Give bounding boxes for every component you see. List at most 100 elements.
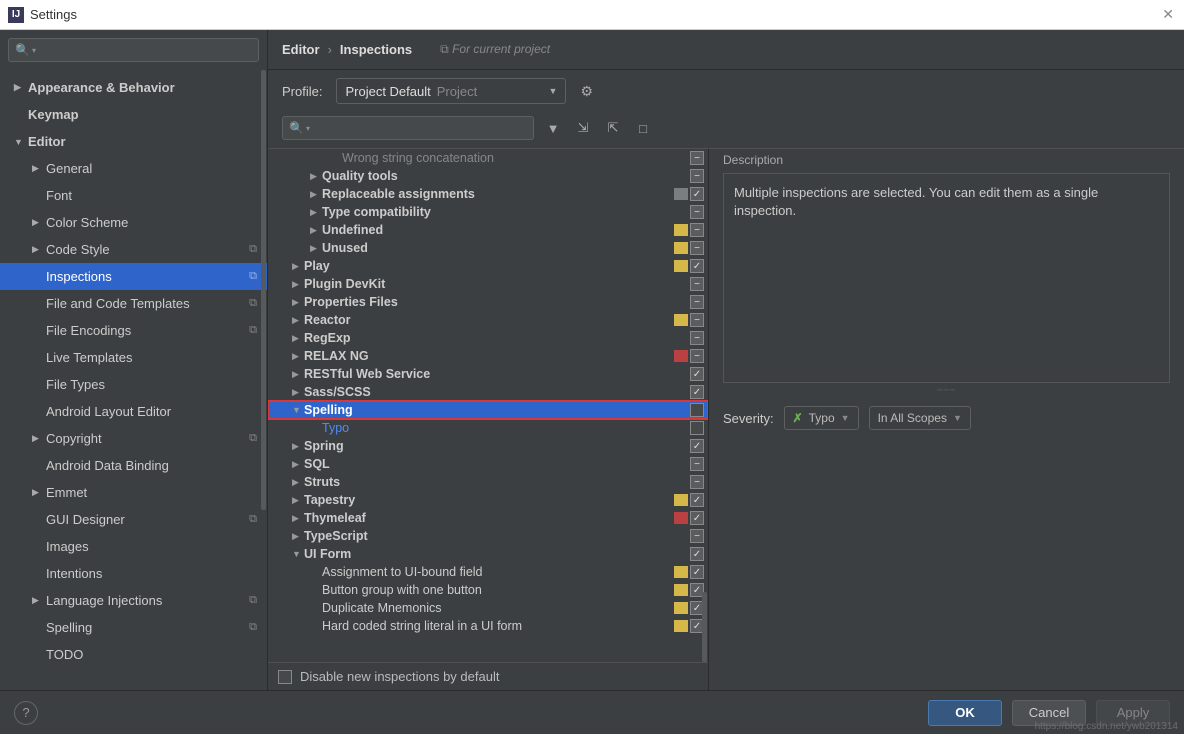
- sidebar-item-general[interactable]: ▶General: [0, 155, 267, 182]
- sidebar-item-file-encodings[interactable]: File Encodings⧉: [0, 317, 267, 344]
- inspection-checkbox[interactable]: [690, 439, 704, 453]
- profile-select[interactable]: Project Default Project ▼: [336, 78, 566, 104]
- inspection-item[interactable]: ▼Spelling: [268, 401, 708, 419]
- inspection-item[interactable]: Hard coded string literal in a UI form: [268, 617, 708, 635]
- inspection-item[interactable]: ▶Spring: [268, 437, 708, 455]
- resize-grip[interactable]: ┄┄┄: [723, 385, 1170, 396]
- inspection-search-input[interactable]: 🔍▾: [282, 116, 534, 140]
- scrollbar-thumb[interactable]: [702, 592, 707, 662]
- copy-icon: ⧉: [249, 513, 257, 526]
- gear-icon[interactable]: ⚙: [580, 83, 593, 100]
- sidebar-item-images[interactable]: Images: [0, 533, 267, 560]
- inspection-checkbox[interactable]: [690, 493, 704, 507]
- ok-button[interactable]: OK: [928, 700, 1002, 726]
- sidebar-item-live-templates[interactable]: Live Templates: [0, 344, 267, 371]
- sidebar-item-editor[interactable]: ▼Editor: [0, 128, 267, 155]
- inspection-item[interactable]: ▶Properties Files: [268, 293, 708, 311]
- inspection-item[interactable]: ▶TypeScript: [268, 527, 708, 545]
- help-button[interactable]: ?: [14, 701, 38, 725]
- reset-icon[interactable]: □: [632, 117, 654, 139]
- inspection-checkbox[interactable]: [690, 385, 704, 399]
- close-icon[interactable]: ✕: [1162, 6, 1174, 23]
- inspection-checkbox[interactable]: [690, 187, 704, 201]
- inspection-item[interactable]: ▶Thymeleaf: [268, 509, 708, 527]
- sidebar-item-file-types[interactable]: File Types: [0, 371, 267, 398]
- disable-new-row: Disable new inspections by default: [268, 662, 708, 690]
- breadcrumb-editor[interactable]: Editor: [282, 42, 320, 57]
- inspection-item[interactable]: ▶Reactor: [268, 311, 708, 329]
- sidebar-item-color-scheme[interactable]: ▶Color Scheme: [0, 209, 267, 236]
- sidebar-item-todo[interactable]: TODO: [0, 641, 267, 668]
- inspection-item[interactable]: ▶Plugin DevKit: [268, 275, 708, 293]
- disable-new-checkbox[interactable]: [278, 670, 292, 684]
- sidebar-item-copyright[interactable]: ▶Copyright⧉: [0, 425, 267, 452]
- collapse-all-icon[interactable]: ⇱: [602, 117, 624, 139]
- expand-all-icon[interactable]: ⇲: [572, 117, 594, 139]
- inspection-item[interactable]: ▶Quality tools: [268, 167, 708, 185]
- inspection-item[interactable]: ▶Unused: [268, 239, 708, 257]
- inspection-checkbox[interactable]: [690, 529, 704, 543]
- chevron-down-icon: ▾: [306, 124, 310, 133]
- inspection-checkbox[interactable]: [690, 421, 704, 435]
- inspection-checkbox[interactable]: [690, 259, 704, 273]
- inspection-checkbox[interactable]: [690, 313, 704, 327]
- sidebar-item-file-and-code-templates[interactable]: File and Code Templates⧉: [0, 290, 267, 317]
- inspection-checkbox[interactable]: [690, 331, 704, 345]
- inspection-details-pane: Description Multiple inspections are sel…: [708, 148, 1184, 690]
- sidebar-item-code-style[interactable]: ▶Code Style⧉: [0, 236, 267, 263]
- sidebar-item-intentions[interactable]: Intentions: [0, 560, 267, 587]
- inspection-checkbox[interactable]: [690, 151, 704, 165]
- inspection-item[interactable]: ▼UI Form: [268, 545, 708, 563]
- inspection-checkbox[interactable]: [690, 223, 704, 237]
- inspection-item[interactable]: Typo: [268, 419, 708, 437]
- sidebar-item-language-injections[interactable]: ▶Language Injections⧉: [0, 587, 267, 614]
- inspection-item[interactable]: ▶Tapestry: [268, 491, 708, 509]
- sidebar-item-emmet[interactable]: ▶Emmet: [0, 479, 267, 506]
- inspection-item[interactable]: Wrong string concatenation: [268, 149, 708, 167]
- inspection-item[interactable]: ▶Type compatibility: [268, 203, 708, 221]
- sidebar-item-android-layout-editor[interactable]: Android Layout Editor: [0, 398, 267, 425]
- inspection-checkbox[interactable]: [690, 511, 704, 525]
- sidebar-search-input[interactable]: 🔍▾: [8, 38, 259, 62]
- inspection-checkbox[interactable]: [690, 169, 704, 183]
- inspection-checkbox[interactable]: [690, 295, 704, 309]
- sidebar-item-android-data-binding[interactable]: Android Data Binding: [0, 452, 267, 479]
- inspection-item[interactable]: ▶Undefined: [268, 221, 708, 239]
- inspection-checkbox[interactable]: [690, 349, 704, 363]
- scrollbar-thumb[interactable]: [261, 70, 266, 510]
- inspection-checkbox[interactable]: [690, 547, 704, 561]
- inspection-item[interactable]: Assignment to UI-bound field: [268, 563, 708, 581]
- arrow-icon: ▶: [14, 82, 28, 93]
- inspection-item[interactable]: ▶SQL: [268, 455, 708, 473]
- inspection-item[interactable]: Button group with one button: [268, 581, 708, 599]
- inspection-item[interactable]: ▶Replaceable assignments: [268, 185, 708, 203]
- inspection-item[interactable]: ▶Sass/SCSS: [268, 383, 708, 401]
- arrow-icon: ▶: [310, 225, 322, 236]
- inspection-item[interactable]: ▶Play: [268, 257, 708, 275]
- inspection-tree: Wrong string concatenation▶Quality tools…: [268, 148, 708, 690]
- inspection-item[interactable]: ▶RESTful Web Service: [268, 365, 708, 383]
- inspection-item[interactable]: Duplicate Mnemonics: [268, 599, 708, 617]
- sidebar-item-appearance-behavior[interactable]: ▶Appearance & Behavior: [0, 74, 267, 101]
- filter-icon[interactable]: ▼: [542, 117, 564, 139]
- scope-select[interactable]: In All Scopes ▼: [869, 406, 971, 430]
- inspection-item[interactable]: ▶Struts: [268, 473, 708, 491]
- arrow-icon: ▶: [32, 163, 46, 174]
- inspection-checkbox[interactable]: [690, 367, 704, 381]
- sidebar-item-font[interactable]: Font: [0, 182, 267, 209]
- inspection-checkbox[interactable]: [690, 205, 704, 219]
- inspection-checkbox[interactable]: [690, 565, 704, 579]
- severity-select[interactable]: ✗ Typo ▼: [784, 406, 859, 430]
- inspection-checkbox[interactable]: [690, 277, 704, 291]
- inspection-item[interactable]: ▶RegExp: [268, 329, 708, 347]
- inspection-item[interactable]: ▶RELAX NG: [268, 347, 708, 365]
- inspection-checkbox[interactable]: [690, 403, 704, 417]
- sidebar-item-spelling[interactable]: Spelling⧉: [0, 614, 267, 641]
- sidebar-item-keymap[interactable]: Keymap: [0, 101, 267, 128]
- arrow-icon: ▶: [292, 351, 304, 362]
- inspection-checkbox[interactable]: [690, 475, 704, 489]
- inspection-checkbox[interactable]: [690, 457, 704, 471]
- sidebar-item-gui-designer[interactable]: GUI Designer⧉: [0, 506, 267, 533]
- sidebar-item-inspections[interactable]: Inspections⧉: [0, 263, 267, 290]
- inspection-checkbox[interactable]: [690, 241, 704, 255]
